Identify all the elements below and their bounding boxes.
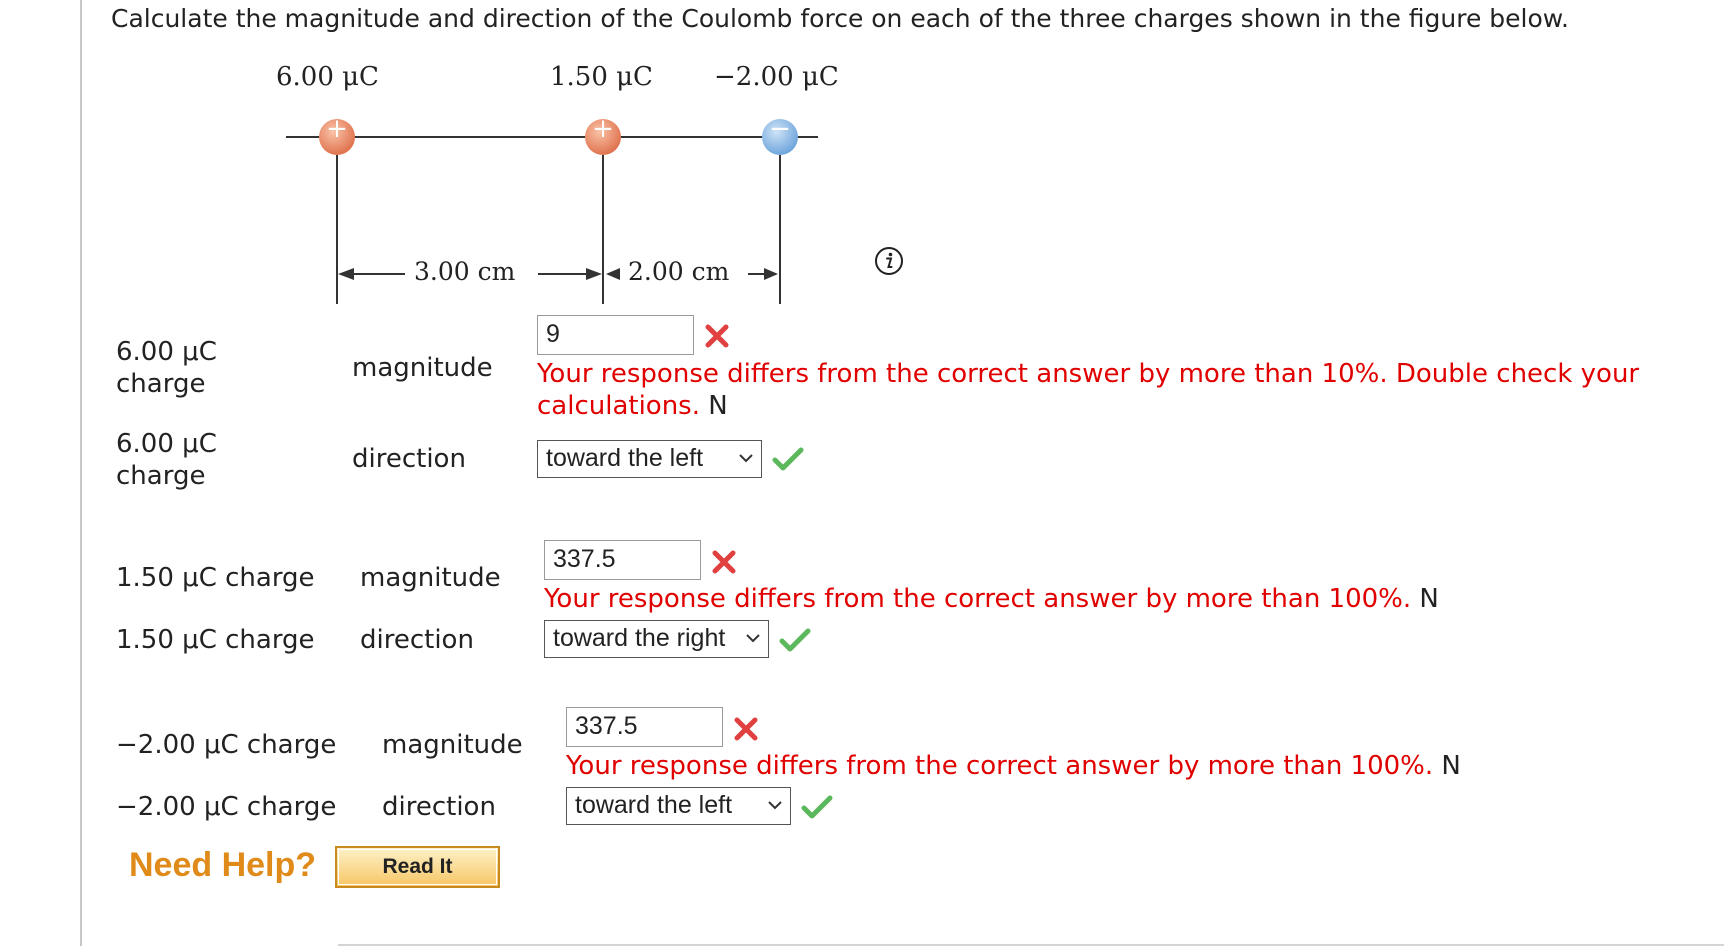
magnitude-input-6uc[interactable]: 9	[537, 315, 694, 355]
feedback-line1: Your response differs from the correct a…	[537, 359, 1640, 389]
selected-value: toward the left	[546, 444, 704, 472]
magnitude-input-1-5uc[interactable]: 337.5	[544, 540, 701, 580]
plus-sign-2: +	[592, 114, 614, 144]
direction-charge-label-6uc: 6.00 μC charge	[116, 428, 217, 492]
unit-label: N	[1419, 584, 1439, 614]
unit-label: N	[1441, 751, 1461, 781]
charge-label-2: 1.50 μC	[550, 62, 653, 92]
correct-check-icon	[772, 447, 804, 471]
charge-label-1: 6.00 μC	[276, 62, 379, 92]
charge-label-6uc: 6.00 μC charge	[116, 336, 217, 400]
plus-sign-1: +	[326, 114, 348, 144]
magnitude-label: magnitude	[360, 563, 501, 593]
direction-charge-label-1-5uc: 1.50 μC charge	[116, 625, 315, 655]
direction-select-neg2uc[interactable]: toward the left	[566, 787, 791, 825]
incorrect-x-icon	[734, 717, 758, 741]
distance-label-2: 2.00 cm	[628, 257, 730, 286]
question-text: Calculate the magnitude and direction of…	[111, 4, 1569, 33]
selected-value: toward the left	[575, 791, 733, 819]
chevron-down-icon	[768, 801, 782, 810]
correct-check-icon	[801, 795, 833, 819]
charge-label-line2: charge	[116, 369, 206, 399]
info-icon[interactable]	[874, 246, 904, 276]
direction-select-6uc[interactable]: toward the left	[537, 440, 762, 478]
incorrect-x-icon	[705, 324, 729, 348]
charge-label-line2: charge	[116, 461, 206, 491]
incorrect-x-icon	[712, 550, 736, 574]
left-border	[80, 0, 82, 946]
charge-diagram	[286, 119, 818, 304]
minus-sign: −	[769, 114, 791, 144]
feedback-1-5uc: Your response differs from the correct a…	[544, 583, 1439, 615]
direction-label: direction	[352, 444, 466, 474]
magnitude-label: magnitude	[382, 730, 523, 760]
unit-label: N	[708, 391, 728, 421]
feedback-text: Your response differs from the correct a…	[544, 584, 1412, 614]
feedback-line2: calculations.	[537, 391, 700, 421]
direction-charge-label-neg2uc: −2.00 μC charge	[116, 792, 337, 822]
distance-label-1: 3.00 cm	[414, 257, 516, 286]
magnitude-input-neg2uc[interactable]: 337.5	[566, 707, 723, 747]
feedback-text: Your response differs from the correct a…	[566, 751, 1434, 781]
charge-label-line1: 6.00 μC	[116, 337, 217, 367]
charge-label-line1: 6.00 μC	[116, 429, 217, 459]
chevron-down-icon	[739, 454, 753, 463]
direction-select-1-5uc[interactable]: toward the right	[544, 620, 769, 658]
charge-label-3: −2.00 μC	[714, 62, 839, 92]
charge-label-1-5uc: 1.50 μC charge	[116, 563, 315, 593]
direction-label: direction	[360, 625, 474, 655]
feedback-6uc: Your response differs from the correct a…	[537, 358, 1639, 422]
read-it-button[interactable]: Read It	[335, 846, 500, 888]
chevron-down-icon	[746, 634, 760, 643]
magnitude-label: magnitude	[352, 353, 493, 383]
direction-label: direction	[382, 792, 496, 822]
need-help-label: Need Help?	[129, 846, 317, 884]
selected-value: toward the right	[553, 624, 726, 652]
feedback-neg2uc: Your response differs from the correct a…	[566, 750, 1461, 782]
charge-label-neg2uc: −2.00 μC charge	[116, 730, 337, 760]
correct-check-icon	[779, 628, 811, 652]
